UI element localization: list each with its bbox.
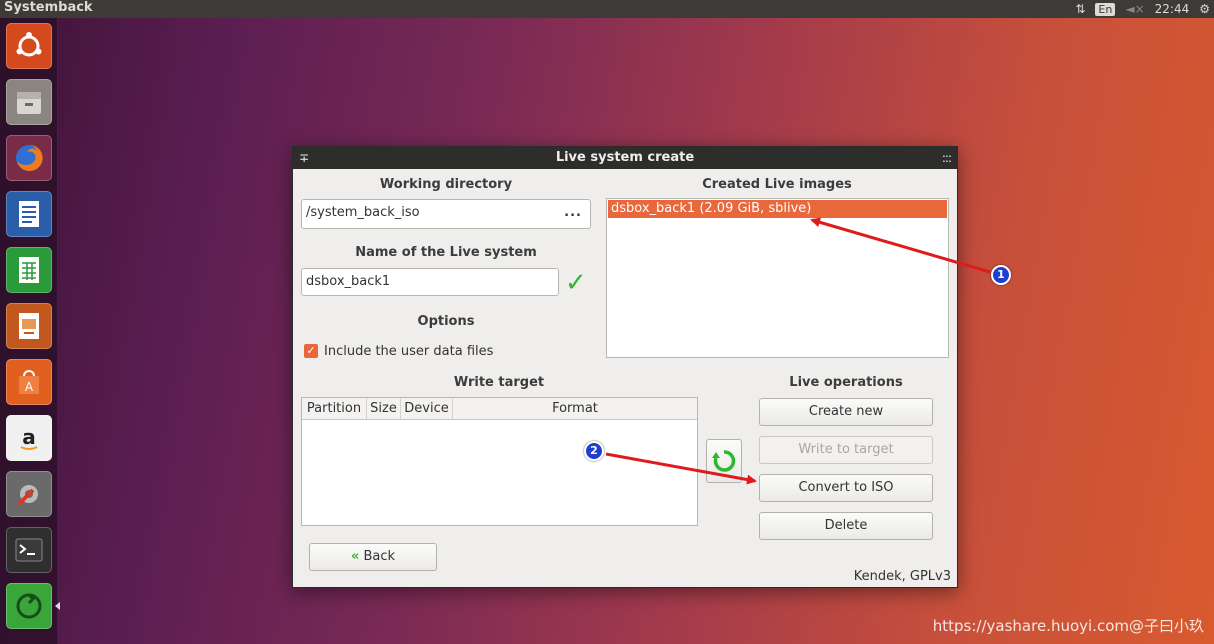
live-name-field[interactable]: dsbox_back1 <box>301 268 559 296</box>
refresh-icon <box>712 450 736 472</box>
live-name-heading: Name of the Live system <box>355 245 537 260</box>
ubuntu-software-icon[interactable]: A <box>6 359 52 405</box>
column-format[interactable]: Format <box>453 398 697 419</box>
table-header: Partition Size Device Format <box>302 398 697 420</box>
active-app-indicator <box>55 602 60 610</box>
back-button-label: Back <box>363 549 396 564</box>
live-system-create-dialog: ∓ Live system create ::: Working directo… <box>292 146 958 588</box>
system-tray: ⇅ En ◄× 22:44 ⚙ <box>1075 0 1210 18</box>
list-item[interactable]: dsbox_back1 (2.09 GiB, sblive) <box>608 200 947 218</box>
svg-text:a: a <box>22 425 36 449</box>
svg-text:A: A <box>25 380 34 394</box>
clock[interactable]: 22:44 <box>1155 2 1190 16</box>
dialog-title: Live system create <box>555 150 695 165</box>
terminal-icon[interactable] <box>6 527 52 573</box>
app-title: Systemback <box>4 0 93 15</box>
include-user-data-checkbox[interactable]: ✓ <box>304 344 318 358</box>
write-target-heading: Write target <box>453 375 545 390</box>
keyboard-layout-indicator[interactable]: En <box>1095 2 1116 16</box>
network-arrows-icon[interactable]: ⇅ <box>1075 2 1085 16</box>
libreoffice-impress-icon[interactable] <box>6 303 52 349</box>
write-target-table[interactable]: Partition Size Device Format <box>301 397 698 526</box>
annotation-badge-2: 2 <box>584 441 604 461</box>
working-directory-heading: Working directory <box>379 177 513 192</box>
launcher: A a <box>0 18 60 644</box>
files-icon[interactable] <box>6 79 52 125</box>
ubuntu-dash-icon[interactable] <box>6 23 52 69</box>
created-images-heading: Created Live images <box>702 177 852 192</box>
back-arrows-icon: « <box>350 549 360 564</box>
include-user-data-label[interactable]: Include the user data files <box>324 344 493 359</box>
systemback-icon[interactable] <box>6 583 60 629</box>
annotation-badge-1: 1 <box>991 265 1011 285</box>
options-heading: Options <box>417 314 475 329</box>
working-directory-field[interactable]: /system_back_iso ... <box>301 199 591 229</box>
browse-button[interactable]: ... <box>564 200 582 226</box>
column-device[interactable]: Device <box>401 398 453 419</box>
libreoffice-writer-icon[interactable] <box>6 191 52 237</box>
column-partition[interactable]: Partition <box>302 398 367 419</box>
amazon-icon[interactable]: a <box>6 415 52 461</box>
system-settings-icon[interactable] <box>6 471 52 517</box>
back-button[interactable]: « Back <box>309 543 437 571</box>
convert-to-iso-button[interactable]: Convert to ISO <box>759 474 933 502</box>
footer-credit: Kendek, GPLv3 <box>853 569 951 584</box>
write-to-target-button[interactable]: Write to target <box>759 436 933 464</box>
gear-icon[interactable]: ⚙ <box>1199 2 1210 16</box>
delete-button[interactable]: Delete <box>759 512 933 540</box>
live-name-value: dsbox_back1 <box>306 274 391 289</box>
window-menu-icon[interactable]: ∓ <box>299 147 309 169</box>
watermark: https://yashare.huoyi.com@子曰小玖 <box>932 617 1204 635</box>
firefox-icon[interactable] <box>6 135 52 181</box>
working-directory-value: /system_back_iso <box>306 205 420 220</box>
create-new-button[interactable]: Create new <box>759 398 933 426</box>
top-panel: Systemback ⇅ En ◄× 22:44 ⚙ <box>0 0 1214 18</box>
name-valid-check-icon: ✓ <box>565 268 587 298</box>
column-size[interactable]: Size <box>367 398 401 419</box>
live-operations-heading: Live operations <box>789 375 903 390</box>
libreoffice-calc-icon[interactable] <box>6 247 52 293</box>
volume-muted-icon[interactable]: ◄× <box>1125 2 1144 16</box>
refresh-button[interactable] <box>706 439 742 483</box>
window-grip-icon[interactable]: ::: <box>942 147 952 169</box>
dialog-titlebar[interactable]: ∓ Live system create ::: <box>293 147 957 169</box>
created-images-list[interactable]: dsbox_back1 (2.09 GiB, sblive) <box>606 198 949 358</box>
